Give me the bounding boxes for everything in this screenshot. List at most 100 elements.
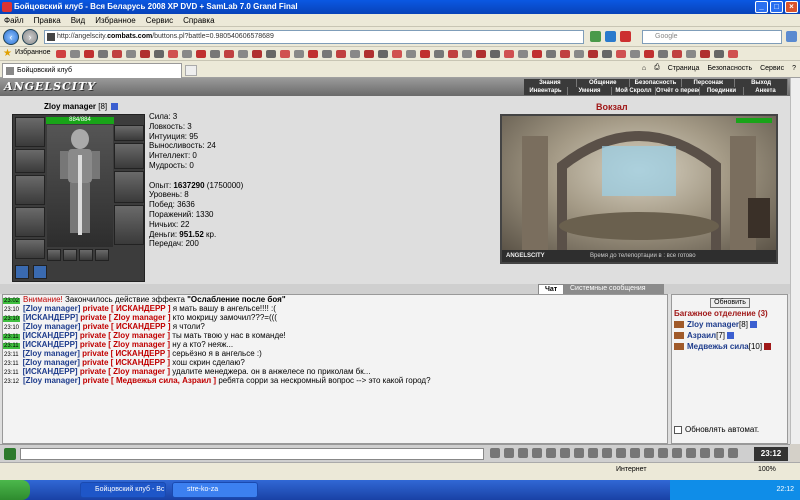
auto-refresh[interactable]: Обновлять автомат. bbox=[674, 425, 759, 434]
fight-icon[interactable] bbox=[616, 448, 626, 458]
fav-link-icon[interactable] bbox=[476, 50, 486, 58]
info-icon[interactable] bbox=[764, 343, 772, 351]
fav-link-icon[interactable] bbox=[238, 50, 248, 58]
fav-link-icon[interactable] bbox=[308, 50, 318, 58]
friends-icon[interactable] bbox=[644, 448, 654, 458]
gloves-slot[interactable] bbox=[114, 143, 144, 169]
message-sender[interactable]: [ИСКАНДЕРР] bbox=[23, 340, 78, 349]
message-sender[interactable]: [Zloy manager] bbox=[23, 322, 80, 331]
help-icon[interactable]: ? bbox=[792, 65, 796, 72]
user-name[interactable]: Zloy manager bbox=[687, 320, 739, 329]
fav-link-icon[interactable] bbox=[84, 50, 94, 58]
fav-link-icon[interactable] bbox=[672, 50, 682, 58]
earring-slot[interactable] bbox=[114, 125, 144, 141]
menu-transfer-report[interactable]: Отчёт о переводах bbox=[656, 87, 700, 95]
fav-link-icon[interactable] bbox=[518, 50, 528, 58]
sound-icon[interactable] bbox=[560, 448, 570, 458]
message-recipient[interactable]: private [ Zloy manager ] bbox=[80, 331, 170, 340]
message-recipient[interactable]: private [ Медвежья сила, Азраил ] bbox=[83, 376, 217, 385]
fav-link-icon[interactable] bbox=[406, 50, 416, 58]
url-field[interactable]: http://angelscity.combats.com/buttons.pl… bbox=[44, 30, 584, 44]
security-menu[interactable]: Безопасность bbox=[707, 65, 752, 72]
fav-link-icon[interactable] bbox=[56, 50, 66, 58]
menu-security[interactable]: Безопасность bbox=[629, 79, 683, 87]
home-icon[interactable]: ⌂ bbox=[642, 65, 646, 72]
lock-icon[interactable] bbox=[686, 448, 696, 458]
fav-link-icon[interactable] bbox=[434, 50, 444, 58]
message-sender[interactable]: [Zloy manager] bbox=[23, 349, 80, 358]
user-item[interactable]: Медвежья сила[10] bbox=[674, 342, 772, 352]
belt-slot[interactable] bbox=[15, 239, 45, 259]
fav-link-icon[interactable] bbox=[560, 50, 570, 58]
chat-mode-icon[interactable] bbox=[4, 448, 16, 460]
message-sender[interactable]: [ИСКАНДЕРР] bbox=[23, 331, 78, 340]
print-icon[interactable]: ⎙ bbox=[654, 64, 660, 72]
compat-icon[interactable] bbox=[590, 31, 601, 42]
start-button[interactable] bbox=[0, 480, 30, 500]
amulet-slot[interactable] bbox=[15, 149, 45, 173]
user-item[interactable]: Zloy manager[8] bbox=[674, 320, 757, 330]
clan-icon[interactable] bbox=[630, 448, 640, 458]
star-icon[interactable]: ★ bbox=[3, 48, 12, 59]
boots-slot[interactable] bbox=[114, 205, 144, 245]
fav-link-icon[interactable] bbox=[532, 50, 542, 58]
fav-link-icon[interactable] bbox=[224, 50, 234, 58]
refresh-button[interactable]: Обновить bbox=[710, 298, 750, 308]
minimize-button[interactable]: _ bbox=[755, 1, 768, 13]
info-icon[interactable] bbox=[749, 321, 757, 329]
ring-slot[interactable] bbox=[79, 249, 93, 261]
fav-link-icon[interactable] bbox=[392, 50, 402, 58]
fav-link-icon[interactable] bbox=[280, 50, 290, 58]
fav-link-icon[interactable] bbox=[70, 50, 80, 58]
page-scrollbar[interactable] bbox=[790, 78, 800, 444]
settings-icon[interactable] bbox=[672, 448, 682, 458]
fav-link-icon[interactable] bbox=[350, 50, 360, 58]
menu-duels[interactable]: Поединки bbox=[700, 87, 744, 95]
quest-icon[interactable] bbox=[700, 448, 710, 458]
fav-link-icon[interactable] bbox=[658, 50, 668, 58]
fav-link-icon[interactable] bbox=[616, 50, 626, 58]
message-sender[interactable]: [Zloy manager] bbox=[23, 304, 80, 313]
zoom-level[interactable]: 100% bbox=[758, 466, 776, 473]
fav-link-icon[interactable] bbox=[714, 50, 724, 58]
search-input[interactable]: Google bbox=[642, 30, 782, 44]
menu-favorites[interactable]: Избранное bbox=[95, 16, 136, 25]
search-icon[interactable] bbox=[786, 31, 797, 42]
message-recipient[interactable]: private [ Zloy manager ] bbox=[80, 313, 170, 322]
ring-slot[interactable] bbox=[63, 249, 77, 261]
fav-link-icon[interactable] bbox=[210, 50, 220, 58]
chat-input[interactable] bbox=[20, 448, 484, 460]
menu-exit[interactable]: Выход bbox=[735, 79, 788, 87]
filter-icon[interactable] bbox=[504, 448, 514, 458]
fav-link-icon[interactable] bbox=[546, 50, 556, 58]
fav-link-icon[interactable] bbox=[420, 50, 430, 58]
tab-system-messages[interactable]: Системные сообщения bbox=[564, 284, 664, 294]
taskbar-ie-window[interactable]: Бойцовский клуб - Вс... bbox=[80, 482, 166, 498]
pet-slot[interactable] bbox=[15, 265, 29, 279]
fav-link-icon[interactable] bbox=[504, 50, 514, 58]
back-icon[interactable]: ‹ bbox=[3, 29, 19, 45]
bag-icon[interactable] bbox=[714, 448, 724, 458]
stop-icon[interactable] bbox=[620, 31, 631, 42]
tab-chat[interactable]: Чат bbox=[538, 284, 565, 294]
fav-link-icon[interactable] bbox=[266, 50, 276, 58]
auto-refresh-checkbox[interactable] bbox=[674, 425, 682, 434]
message-recipient[interactable]: private [ Zloy manager ] bbox=[80, 367, 170, 376]
forward-icon[interactable]: › bbox=[22, 29, 38, 45]
fav-link-icon[interactable] bbox=[574, 50, 584, 58]
fav-link-icon[interactable] bbox=[126, 50, 136, 58]
user-name[interactable]: Азраил bbox=[687, 331, 716, 340]
fav-link-icon[interactable] bbox=[168, 50, 178, 58]
help-icon[interactable] bbox=[602, 448, 612, 458]
message-sender[interactable]: [ИСКАНДЕРР] bbox=[23, 313, 78, 322]
message-sender[interactable]: [Zloy manager] bbox=[23, 376, 80, 385]
taskbar-window-2[interactable]: stre-ko-za bbox=[172, 482, 258, 498]
close-button[interactable]: × bbox=[785, 1, 798, 13]
fav-link-icon[interactable] bbox=[728, 50, 738, 58]
fav-link-icon[interactable] bbox=[98, 50, 108, 58]
fav-link-icon[interactable] bbox=[112, 50, 122, 58]
message-recipient[interactable]: private [ ИСКАНДЕРР ] bbox=[83, 304, 171, 313]
fav-link-icon[interactable] bbox=[490, 50, 500, 58]
speed-icon[interactable] bbox=[588, 448, 598, 458]
fav-link-icon[interactable] bbox=[182, 50, 192, 58]
